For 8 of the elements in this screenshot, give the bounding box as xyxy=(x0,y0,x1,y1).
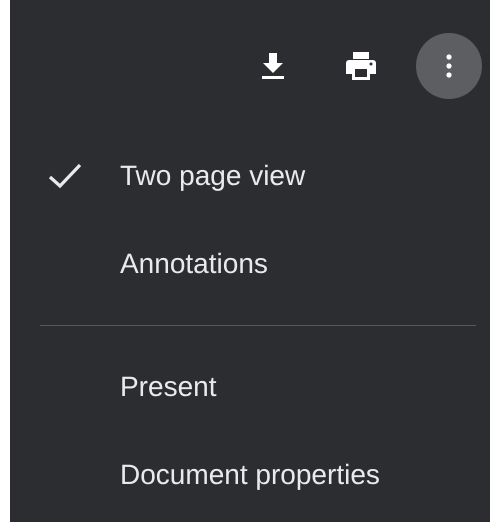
checkmark-icon xyxy=(48,163,82,189)
download-icon xyxy=(262,53,284,79)
menu-item[interactable]: Annotations xyxy=(10,220,490,308)
menu-item[interactable]: Two page view xyxy=(10,132,490,220)
more-icon xyxy=(446,54,452,78)
menu-item[interactable]: Present xyxy=(10,343,490,431)
menu-item[interactable]: Document properties xyxy=(10,431,490,519)
printer-icon xyxy=(346,52,376,80)
